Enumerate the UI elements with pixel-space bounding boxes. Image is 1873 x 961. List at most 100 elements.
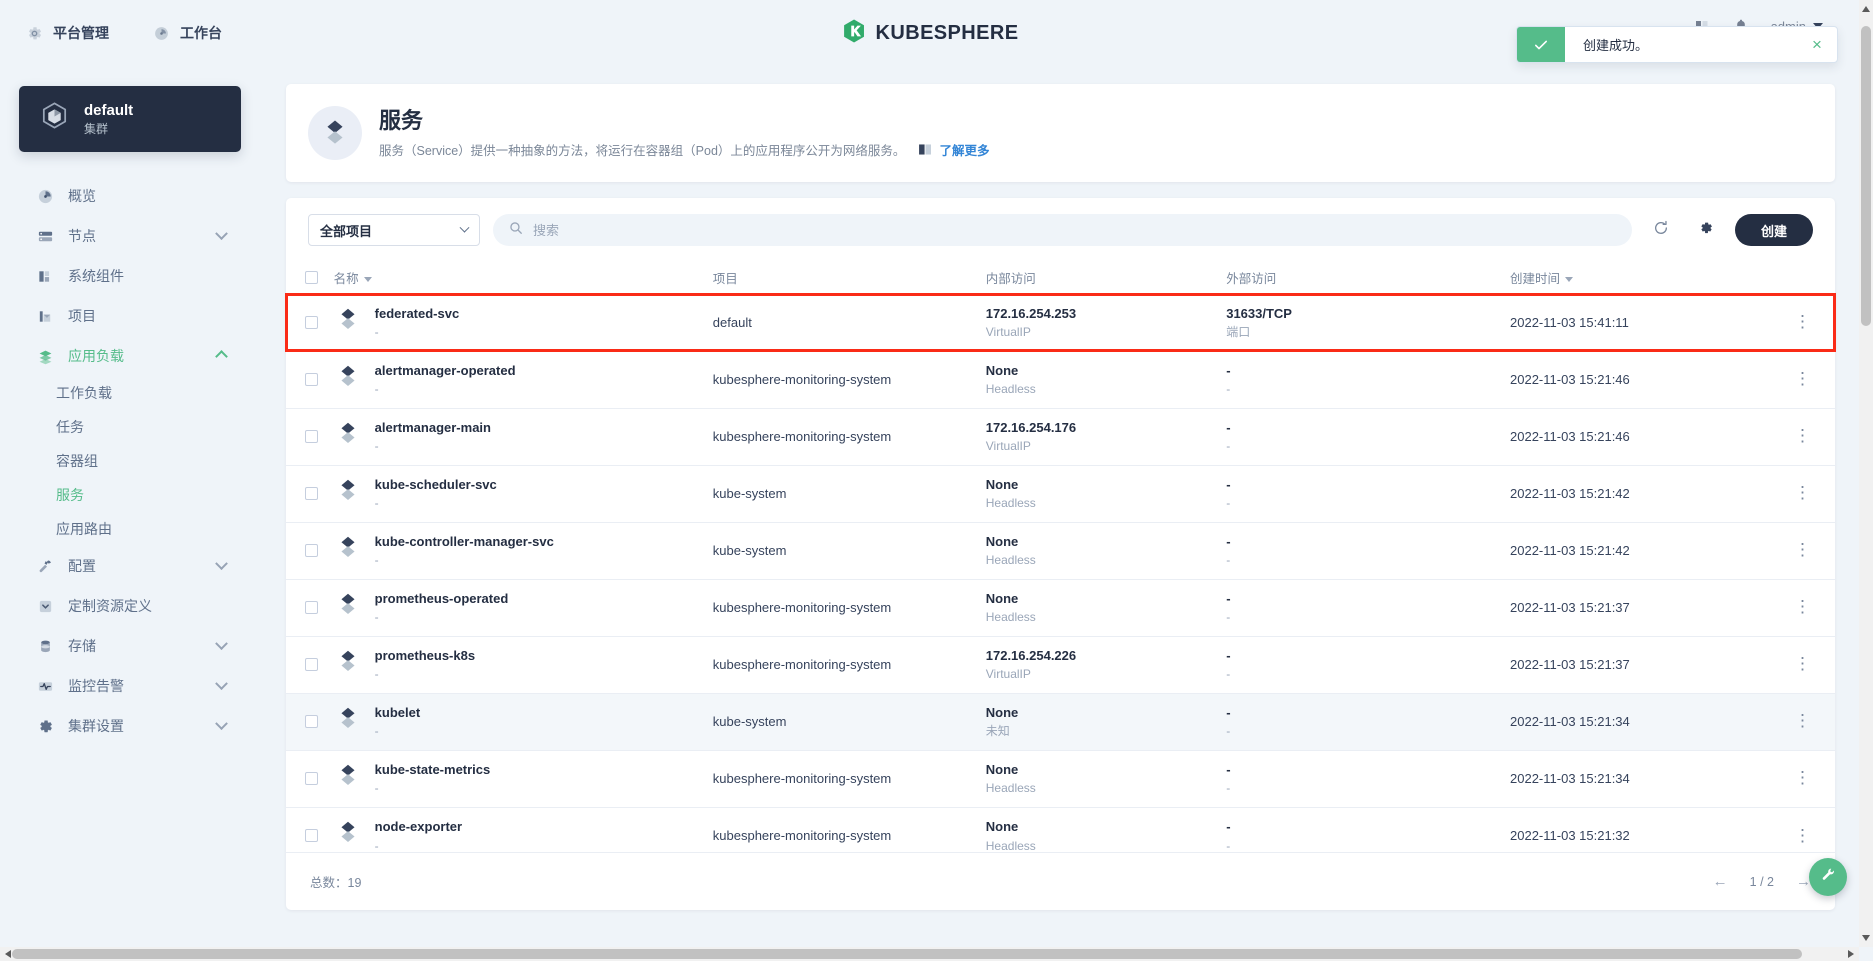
horizontal-scrollbar-thumb[interactable] xyxy=(12,949,1802,959)
table-row[interactable]: prometheus-operated - kubesphere-monitor… xyxy=(286,578,1835,636)
sidebar-item-configuration[interactable]: 配置 xyxy=(0,546,262,586)
search-input[interactable] xyxy=(533,222,1616,238)
vertical-scrollbar[interactable] xyxy=(1859,0,1873,947)
row-more-actions-icon[interactable]: ⋮ xyxy=(1770,484,1835,501)
select-all-checkbox[interactable] xyxy=(305,271,318,285)
row-more-actions-icon[interactable]: ⋮ xyxy=(1770,541,1835,558)
table-row[interactable]: kube-controller-manager-svc - kube-syste… xyxy=(286,521,1835,579)
vertical-scrollbar-thumb[interactable] xyxy=(1861,26,1871,326)
row-checkbox[interactable] xyxy=(305,715,318,728)
row-checkbox[interactable] xyxy=(305,544,318,557)
horizontal-scrollbar[interactable] xyxy=(0,947,1859,961)
sidebar-item-monitoring[interactable]: 监控告警 xyxy=(0,666,262,706)
row-more-actions-icon[interactable]: ⋮ xyxy=(1770,598,1835,615)
service-name[interactable]: kube-state-metrics xyxy=(375,760,491,780)
row-checkbox[interactable] xyxy=(305,373,318,386)
row-external-cell: 31633/TCP 端口 xyxy=(1226,293,1511,351)
row-more-actions-icon[interactable]: ⋮ xyxy=(1770,427,1835,444)
service-name[interactable]: node-exporter xyxy=(375,817,462,837)
row-more-actions-icon[interactable]: ⋮ xyxy=(1770,313,1835,330)
toolbox-fab-button[interactable] xyxy=(1809,858,1847,896)
sidebar-item-projects[interactable]: 项目 xyxy=(0,296,262,336)
row-checkbox[interactable] xyxy=(305,772,318,785)
table-row[interactable]: kube-state-metrics - kubesphere-monitori… xyxy=(286,749,1835,807)
table-row[interactable]: alertmanager-operated - kubesphere-monit… xyxy=(286,350,1835,408)
row-more-actions-icon[interactable]: ⋮ xyxy=(1770,712,1835,729)
scroll-down-arrow-icon[interactable] xyxy=(1862,935,1870,941)
row-more-actions-icon[interactable]: ⋮ xyxy=(1770,370,1835,387)
sidebar-subitem-jobs[interactable]: 任务 xyxy=(0,410,262,444)
sidebar-subitem-pods[interactable]: 容器组 xyxy=(0,444,262,478)
service-name[interactable]: prometheus-operated xyxy=(375,589,509,609)
table-settings-button[interactable] xyxy=(1690,214,1722,246)
sidebar-item-cluster-settings[interactable]: 集群设置 xyxy=(0,706,262,746)
service-icon xyxy=(334,420,362,453)
chevron-up-icon xyxy=(215,349,228,363)
row-external-cell: - - xyxy=(1226,464,1511,522)
row-external-cell: - - xyxy=(1226,635,1511,693)
sidebar-item-overview[interactable]: 概览 xyxy=(0,176,262,216)
sidebar-item-nodes[interactable]: 节点 xyxy=(0,216,262,256)
scroll-right-arrow-icon[interactable] xyxy=(1848,950,1854,958)
created-time-value: 2022-11-03 15:21:32 xyxy=(1510,827,1630,843)
row-checkbox[interactable] xyxy=(305,487,318,500)
monitoring-icon xyxy=(36,677,54,695)
sidebar-item-system-components[interactable]: 系统组件 xyxy=(0,256,262,296)
column-header-name[interactable]: 名称 xyxy=(334,262,713,294)
row-actions-cell: ⋮ xyxy=(1769,350,1835,408)
service-name[interactable]: alertmanager-operated xyxy=(375,361,516,381)
nodes-icon xyxy=(36,227,54,245)
prev-page-button[interactable]: ← xyxy=(1713,873,1728,890)
row-internal-cell: 172.16.254.176 VirtualIP xyxy=(985,407,1227,465)
service-name[interactable]: kubelet xyxy=(375,703,421,723)
row-more-actions-icon[interactable]: ⋮ xyxy=(1770,655,1835,672)
close-icon[interactable]: × xyxy=(1797,27,1837,62)
internal-access-value: 172.16.254.176 xyxy=(985,419,1077,435)
sidebar-item-workloads[interactable]: 应用负载 xyxy=(0,336,262,376)
sidebar-subitem-services[interactable]: 服务 xyxy=(0,478,262,512)
table-row[interactable]: alertmanager-main - kubesphere-monitorin… xyxy=(286,407,1835,465)
top-nav-platform-management[interactable]: 平台管理 xyxy=(26,23,109,43)
external-access-type: - xyxy=(1226,724,1231,739)
create-button[interactable]: 创建 xyxy=(1735,214,1813,246)
sidebar-subitem-ingresses[interactable]: 应用路由 xyxy=(0,512,262,546)
service-name[interactable]: alertmanager-main xyxy=(375,418,491,438)
scroll-left-arrow-icon[interactable] xyxy=(5,950,11,958)
top-nav-workbench[interactable]: 工作台 xyxy=(153,23,222,43)
row-checkbox[interactable] xyxy=(305,658,318,671)
learn-more-link[interactable]: 了解更多 xyxy=(939,140,989,159)
sidebar-item-storage[interactable]: 存储 xyxy=(0,626,262,666)
service-name-sub: - xyxy=(374,325,379,340)
table-row[interactable]: kubelet - kube-system None 未知 - - 2022-1… xyxy=(286,692,1835,750)
row-checkbox[interactable] xyxy=(305,601,318,614)
sidebar-subitem-workloads[interactable]: 工作负载 xyxy=(0,376,262,410)
kubesphere-logo[interactable]: KUBESPHERE xyxy=(841,18,1019,49)
table-row[interactable]: kube-scheduler-svc - kube-system None He… xyxy=(286,464,1835,522)
service-name-sub: - xyxy=(374,610,379,625)
cluster-selector[interactable]: default 集群 xyxy=(19,86,241,152)
row-more-actions-icon[interactable]: ⋮ xyxy=(1770,769,1835,786)
service-icon xyxy=(334,363,362,396)
page-description-row: 服务（Service）提供一种抽象的方法，将运行在容器组（Pod）上的应用程序公… xyxy=(379,140,989,159)
service-name[interactable]: kube-controller-manager-svc xyxy=(375,532,554,552)
sidebar: default 集群 概览 节点 系统组件 项目 应用负载 工作负载 任务 容器… xyxy=(0,66,262,961)
column-header-created-time[interactable]: 创建时间 xyxy=(1510,262,1770,294)
sidebar-item-crd[interactable]: 定制资源定义 xyxy=(0,586,262,626)
row-checkbox[interactable] xyxy=(305,829,318,843)
table-row[interactable]: federated-svc - default 172.16.254.253 V… xyxy=(285,293,1836,352)
row-more-actions-icon[interactable]: ⋮ xyxy=(1770,826,1835,843)
row-name-cell: kube-state-metrics - xyxy=(333,749,713,807)
service-name[interactable]: kube-scheduler-svc xyxy=(375,475,497,495)
row-checkbox[interactable] xyxy=(305,430,318,443)
service-name[interactable]: federated-svc xyxy=(375,304,460,324)
column-header-label: 项目 xyxy=(712,272,738,287)
refresh-button[interactable] xyxy=(1645,214,1677,246)
search-box[interactable] xyxy=(493,214,1632,246)
project-filter-select[interactable]: 全部项目 xyxy=(308,214,480,246)
row-checkbox[interactable] xyxy=(305,316,318,329)
top-nav-label: 平台管理 xyxy=(53,25,109,41)
scroll-up-arrow-icon[interactable] xyxy=(1862,6,1870,12)
row-project-cell: kubesphere-monitoring-system xyxy=(712,350,986,408)
service-name[interactable]: prometheus-k8s xyxy=(375,646,475,666)
table-row[interactable]: prometheus-k8s - kubesphere-monitoring-s… xyxy=(286,635,1835,693)
